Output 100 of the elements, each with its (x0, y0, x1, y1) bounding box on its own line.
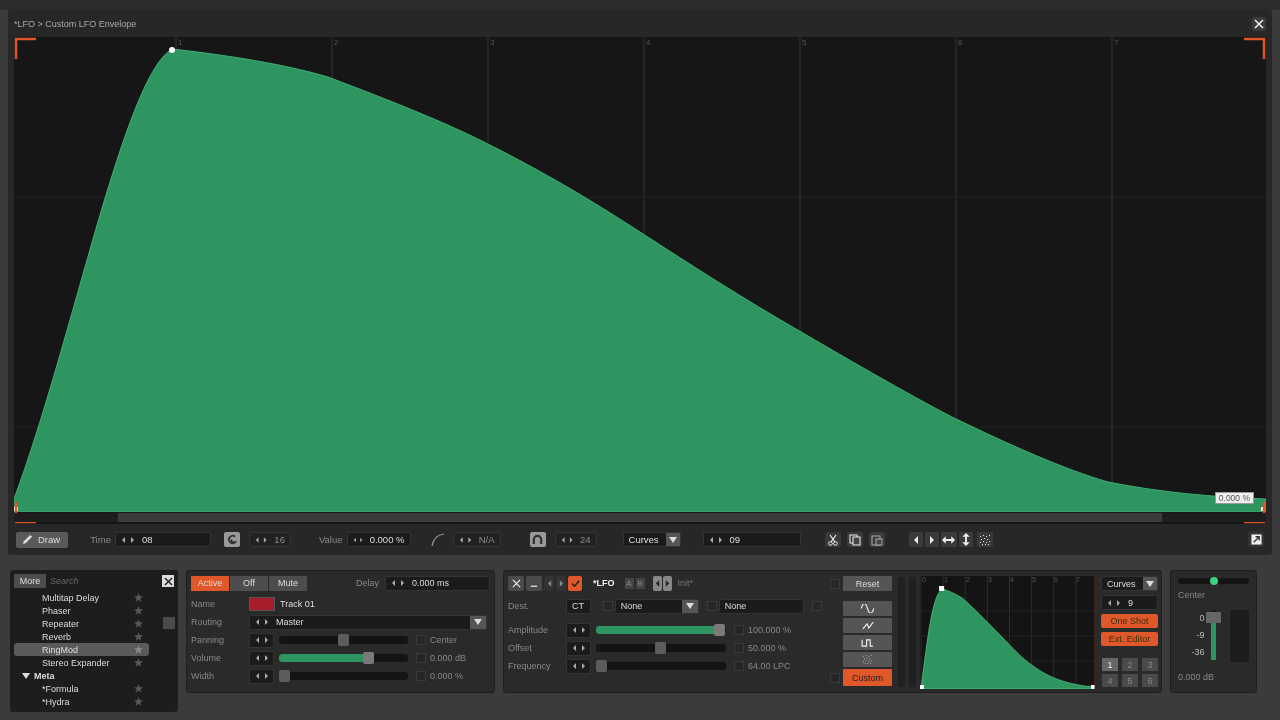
slider-thumb[interactable] (714, 624, 725, 636)
spin-button[interactable] (249, 650, 274, 666)
slider-thumb[interactable] (596, 660, 607, 672)
cut-button[interactable] (824, 532, 841, 547)
star-icon[interactable] (134, 593, 143, 602)
copy-button[interactable] (846, 532, 863, 547)
effect-item[interactable]: Phaser (14, 604, 149, 617)
slider-reading: 64.00 LPC (748, 661, 791, 671)
pan-knob[interactable] (1209, 577, 1218, 585)
star-icon[interactable] (134, 684, 143, 693)
slider-thumb[interactable] (363, 652, 375, 664)
curve-icon[interactable] (430, 532, 445, 547)
mode-button[interactable]: Off (230, 575, 268, 591)
draw-button[interactable]: Draw (16, 531, 69, 548)
track-color-swatch[interactable] (249, 597, 275, 611)
expand-triangle-icon[interactable] (22, 671, 30, 680)
mode-button[interactable]: Mute (269, 575, 307, 591)
star-icon[interactable] (134, 606, 143, 615)
sine-wave-icon (860, 604, 875, 613)
curve-mode-dropdown[interactable]: Curves (622, 532, 681, 547)
hook-button[interactable] (223, 532, 240, 547)
noise-button[interactable] (976, 532, 993, 547)
slider-thumb[interactable] (655, 642, 666, 654)
ext-editor-button[interactable]: Ext. Editor (1101, 632, 1158, 646)
slider-reading: Center (430, 635, 457, 645)
next-preset-button[interactable] (662, 575, 672, 591)
dest-param-field[interactable]: None (718, 598, 804, 614)
pencil-icon (22, 534, 33, 545)
effect-item[interactable]: *Hydra (14, 695, 149, 708)
pan-slider[interactable] (1178, 578, 1249, 584)
stretch-horizontal-button[interactable] (940, 532, 957, 547)
custom-shape-button[interactable]: Custom (843, 669, 892, 686)
star-icon[interactable] (134, 697, 143, 706)
envelope-preview-drawing[interactable] (920, 576, 1096, 689)
move-left-button[interactable] (908, 532, 923, 547)
previous-preset-button[interactable] (652, 575, 662, 591)
slider[interactable] (279, 636, 408, 644)
search-field[interactable]: Search (46, 576, 162, 586)
slider[interactable] (279, 672, 408, 680)
horizontal-arrows-icon (942, 535, 956, 544)
star-icon[interactable] (134, 619, 143, 628)
preset-name: Init* (677, 578, 693, 588)
square-shape-button[interactable] (843, 635, 892, 650)
previous-button[interactable] (544, 575, 554, 591)
slider-thumb[interactable] (337, 634, 349, 646)
clear-button[interactable] (162, 575, 174, 587)
preview-mode-dropdown[interactable]: Curves (1101, 576, 1158, 591)
stretch-vertical-button[interactable] (958, 532, 973, 547)
routing-dropdown[interactable]: Master (249, 614, 487, 630)
one-shot-button[interactable]: One Shot (1101, 614, 1158, 628)
spin-button[interactable] (249, 632, 274, 648)
effect-item[interactable]: RingMod (14, 643, 149, 656)
value-field[interactable]: 0.000 % (346, 532, 411, 547)
effect-item[interactable]: *Formula (14, 682, 149, 695)
star-icon[interactable] (134, 645, 143, 654)
reset-button[interactable]: Reset (843, 576, 892, 591)
remove-button[interactable] (508, 575, 524, 591)
enable-checkbox[interactable] (568, 575, 582, 591)
delay-label: Delay (356, 578, 379, 588)
effect-item[interactable]: Repeater (14, 617, 149, 630)
close-button[interactable] (1252, 16, 1266, 31)
expand-button[interactable] (1248, 532, 1264, 547)
spin-arrows-icon (571, 626, 586, 634)
spin-button[interactable] (566, 640, 591, 656)
dest-target-dropdown[interactable]: None (614, 598, 699, 614)
slider-reading: 0.000 dB (430, 653, 467, 663)
preset-button[interactable]: 1 (1102, 658, 1118, 671)
magnet-button[interactable] (529, 532, 546, 547)
sawtooth-wave-icon (861, 621, 874, 630)
more-button[interactable]: More (14, 574, 46, 588)
slider[interactable] (596, 662, 726, 670)
effect-item[interactable]: Stereo Expander (14, 656, 149, 669)
slider[interactable] (279, 654, 408, 662)
saw-shape-button[interactable] (843, 618, 892, 633)
star-icon[interactable] (134, 658, 143, 667)
routing-label: Routing (191, 617, 224, 627)
scrollbar[interactable] (14, 513, 1266, 522)
effect-item[interactable]: Multitap Delay (14, 591, 149, 604)
fader-knob[interactable] (1206, 612, 1222, 623)
star-icon[interactable] (134, 632, 143, 641)
right-arrow-icon (558, 579, 564, 587)
slider[interactable] (596, 644, 726, 652)
delay-field[interactable]: 0.000 ms (385, 575, 490, 591)
move-right-button[interactable] (924, 532, 939, 547)
spin-button[interactable] (566, 622, 591, 638)
time-field[interactable]: 08 (114, 532, 211, 547)
minimize-button[interactable] (526, 575, 542, 591)
spin-button[interactable] (566, 658, 591, 674)
scrollbar-thumb[interactable] (118, 513, 1162, 522)
paste-button[interactable] (868, 532, 885, 547)
scrollbar-thumb[interactable] (163, 617, 175, 629)
dest-code-field[interactable]: CT (566, 598, 591, 614)
effect-item[interactable]: Reverb (14, 630, 149, 643)
slider-thumb[interactable] (279, 670, 290, 682)
sine-shape-button[interactable] (843, 601, 892, 616)
next-button[interactable] (556, 575, 566, 591)
points-field[interactable]: 09 (702, 532, 801, 547)
preview-points-field[interactable]: 9 (1101, 595, 1158, 610)
tree-group[interactable]: Meta (14, 669, 149, 682)
spin-button[interactable] (249, 668, 274, 684)
